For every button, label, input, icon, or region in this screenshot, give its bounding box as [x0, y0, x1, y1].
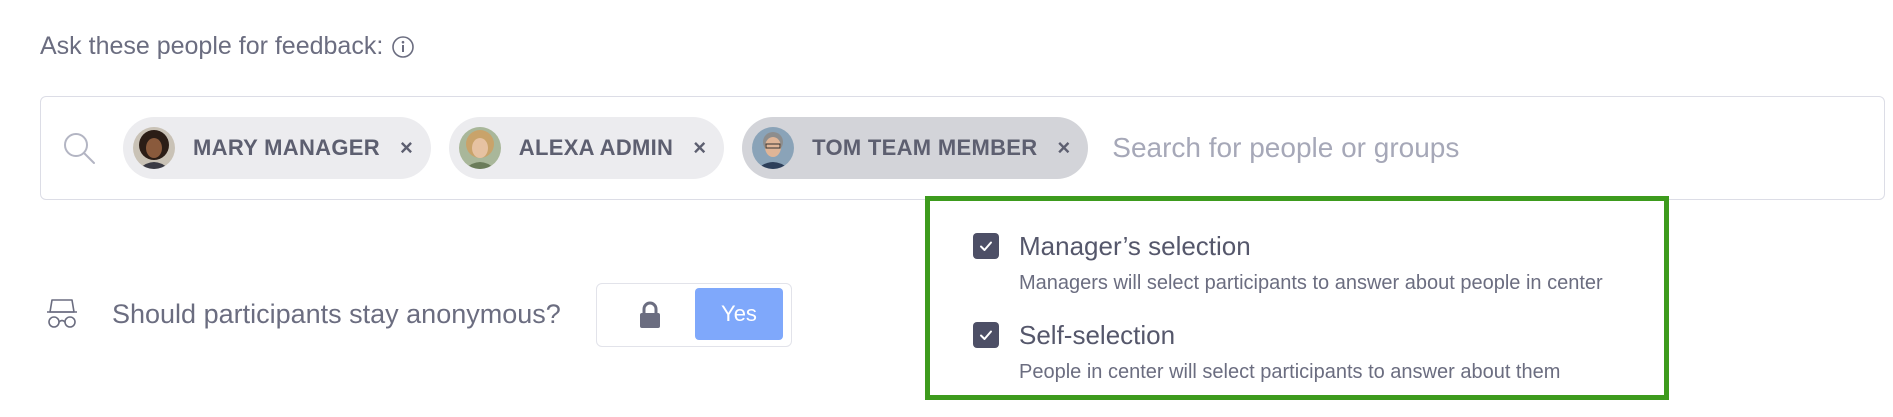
lock-icon[interactable] — [635, 300, 665, 330]
option-description: People in center will select participant… — [1019, 361, 1561, 383]
people-search-box[interactable]: MARY MANAGER × ALEXA ADMIN × TOM TEAM ME… — [40, 96, 1885, 200]
feedback-heading-label: Ask these people for feedback: — [40, 32, 384, 60]
participant-chip-alexa[interactable]: ALEXA ADMIN × — [448, 117, 725, 179]
chip-name: MARY MANAGER — [193, 135, 380, 160]
remove-chip-button[interactable]: × — [693, 135, 706, 161]
checkbox[interactable] — [973, 322, 999, 348]
remove-chip-button[interactable]: × — [400, 135, 413, 161]
chip-name: ALEXA ADMIN — [518, 135, 674, 160]
selection-dropdown: Manager’s selection Managers will select… — [925, 196, 1669, 400]
avatar — [458, 127, 501, 169]
info-icon[interactable] — [391, 35, 415, 59]
remove-chip-button[interactable]: × — [1057, 135, 1070, 161]
yes-button[interactable]: Yes — [695, 288, 783, 340]
glasses-icon — [44, 296, 80, 332]
option-title: Self-selection — [1019, 320, 1176, 350]
anonymous-toggle[interactable]: Yes — [596, 283, 792, 347]
participant-chip-tom[interactable]: TOM TEAM MEMBER × — [742, 117, 1089, 179]
checkbox[interactable] — [973, 233, 999, 259]
check-icon — [980, 241, 992, 251]
check-icon — [980, 330, 992, 340]
chip-name: TOM TEAM MEMBER — [812, 135, 1038, 160]
search-input[interactable] — [1110, 131, 1595, 165]
search-icon — [61, 130, 97, 166]
option-title: Manager’s selection — [1019, 231, 1251, 261]
avatar — [752, 127, 795, 169]
option-description: Managers will select participants to ans… — [1019, 272, 1603, 294]
anonymous-question-label: Should participants stay anonymous? — [112, 298, 561, 329]
anonymous-row: Should participants stay anonymous? — [44, 296, 561, 332]
participant-chip-mary[interactable]: MARY MANAGER × — [123, 117, 431, 179]
feedback-heading: Ask these people for feedback: — [40, 32, 415, 61]
avatar — [133, 127, 175, 169]
